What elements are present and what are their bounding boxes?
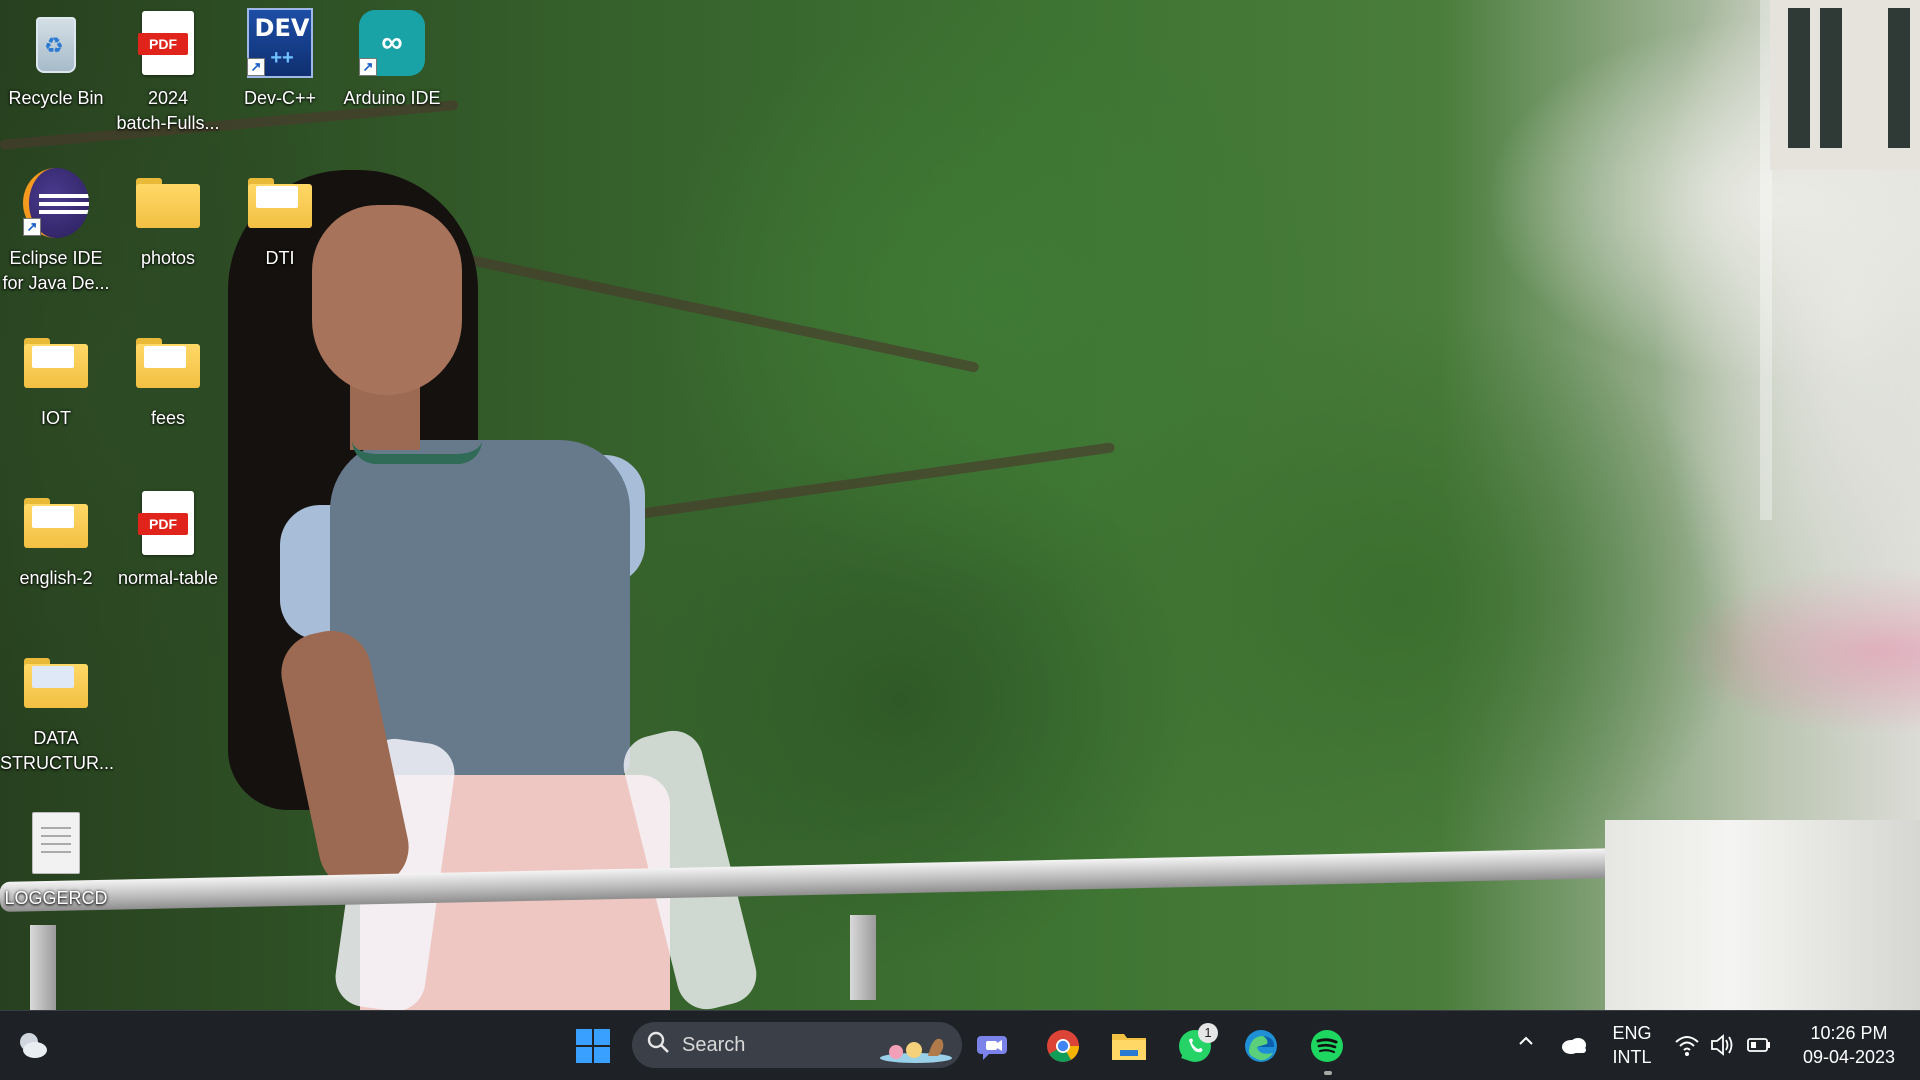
desktop-icon-english-2-folder[interactable]: english-2 [0,488,112,591]
pdf-file-icon: PDF [135,488,201,558]
desktop-icon-fees-folder[interactable]: fees [112,328,224,431]
desktop-icon-label: fees [150,408,186,428]
desktop-icon-label: photos [140,248,196,268]
desktop-icon-iot-folder[interactable]: IOT [0,328,112,431]
folder-icon [23,648,89,718]
volume-icon[interactable] [1710,1033,1736,1063]
chat-camera-icon [977,1036,1007,1060]
search-icon [646,1030,670,1060]
clock[interactable]: 10:26 PM 09-04-2023 [1788,1021,1910,1069]
file-explorer-icon [1112,1034,1146,1060]
desktop-icon-loggercd-file[interactable]: LOGGERCD [0,808,112,911]
devcpp-icon: DEV ++ ↗ [247,8,313,78]
cloud-moon-icon [20,1033,47,1058]
shortcut-arrow-icon: ↗ [359,58,377,76]
edge-icon [1245,1030,1277,1062]
spotify-icon [1311,1030,1343,1062]
folder-icon [23,488,89,558]
desktop-icon-label: normal-table [117,568,219,588]
taskbar-app-whatsapp[interactable]: 1 [1172,1023,1218,1069]
start-button[interactable] [570,1023,616,1069]
windows-logo-icon [576,1029,610,1063]
eclipse-icon: ↗ [23,168,89,238]
desktop-icon-label: LOGGERCD [4,888,108,908]
desktop-icon-arduino-ide[interactable]: ∞ ↗ Arduino IDE [336,8,448,111]
desktop-icon-label: Recycle Bin [8,88,104,108]
desktop-icon-label: Arduino IDE [343,88,441,108]
folder-icon [23,328,89,398]
shortcut-arrow-icon: ↗ [247,58,265,76]
taskbar-app-file-explorer[interactable] [1106,1023,1152,1069]
onedrive-cloud-icon[interactable] [1560,1035,1588,1061]
desktop-icon-eclipse-ide[interactable]: ↗ Eclipse IDE for Java De... [0,168,112,296]
recycle-bin-icon: ♻ [23,8,89,78]
desktop-icon-dti-folder[interactable]: DTI [224,168,336,271]
taskbar-app-teams-chat[interactable] [972,1023,1018,1069]
desktop-icon-data-structures-folder[interactable]: DATA STRUCTUR... [0,648,114,776]
desktop-icon-label: english-2 [19,568,93,588]
taskbar-search-box[interactable]: Search [632,1022,962,1068]
keyboard-layout: INTL [1612,1047,1652,1067]
search-highlight-illustration-icon [880,1038,952,1063]
desktop-icon-devcpp[interactable]: DEV ++ ↗ Dev-C++ [224,8,336,111]
railing-post [30,925,56,1010]
taskbar-app-edge[interactable] [1238,1023,1284,1069]
taskbar: Search 1 ENG INTL 10:26 PM 09-04-2023 [0,1010,1920,1080]
desktop-icon-label: Eclipse IDE for Java De... [2,248,110,293]
taskbar-app-chrome[interactable] [1040,1023,1086,1069]
desktop-icon-2024-batch-pdf[interactable]: PDF 2024 batch-Fulls... [112,8,224,136]
folder-icon [247,168,313,238]
desktop-icon-label: DTI [265,248,295,268]
tree-branch [468,255,980,374]
desktop-icon-label: 2024 batch-Fulls... [116,88,220,133]
arduino-icon: ∞ ↗ [359,8,425,78]
language-code: ENG [1612,1023,1652,1043]
desktop-wallpaper [0,0,1920,1010]
railing-post [850,915,876,1000]
search-placeholder: Search [682,1033,746,1056]
running-indicator [1324,1071,1332,1075]
pdf-file-icon: PDF [135,8,201,78]
folder-icon [135,168,201,238]
taskbar-app-spotify[interactable] [1304,1023,1350,1075]
weather-widget[interactable] [10,1023,56,1069]
notification-badge: 1 [1198,1023,1218,1043]
clock-date: 09-04-2023 [1802,1047,1896,1067]
desktop-icon-photos-folder[interactable]: photos [112,168,224,271]
desktop-icon-normal-table-pdf[interactable]: PDF normal-table [112,488,224,591]
show-hidden-icons-chevron-icon[interactable] [1516,1031,1536,1057]
person-necklace [352,440,482,464]
chrome-icon [1047,1030,1079,1062]
folder-icon [135,328,201,398]
desktop-icon-label: Dev-C++ [243,88,317,108]
railing-pillar [1605,820,1920,1010]
building-window [1770,0,1920,170]
language-indicator[interactable]: ENG INTL [1610,1021,1654,1069]
desktop-icon-label: IOT [41,408,71,428]
text-file-icon [23,808,89,878]
desktop-icon-recycle-bin[interactable]: ♻ Recycle Bin [0,8,112,111]
desktop-icon-label: DATA STRUCTUR... [0,728,114,773]
battery-icon[interactable] [1746,1033,1772,1063]
wifi-icon[interactable] [1674,1033,1700,1063]
clock-time: 10:26 PM [1810,1023,1888,1043]
shortcut-arrow-icon: ↗ [23,218,41,236]
railing [0,847,1650,912]
